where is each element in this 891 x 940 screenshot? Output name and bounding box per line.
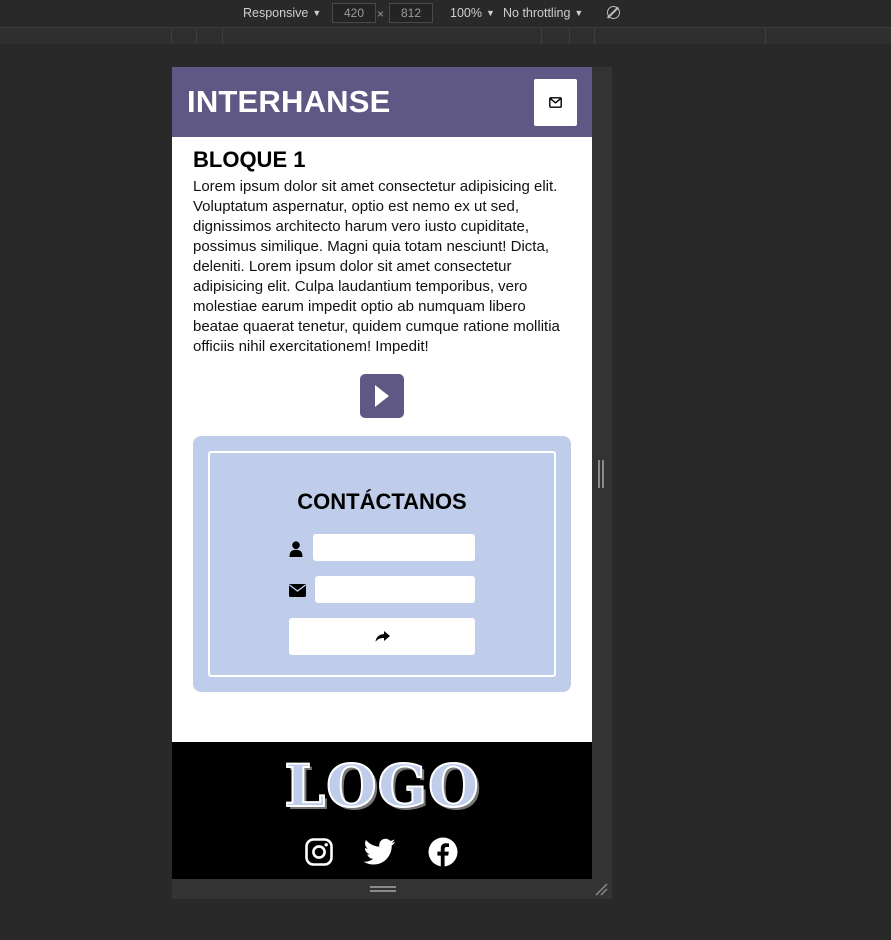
resize-handle-bottom[interactable]: [370, 886, 396, 892]
caret-down-icon: ▼: [485, 8, 495, 18]
devtools-toolbar: Responsive ▼ 420 × 812 100% ▼ No throttlin…: [0, 0, 891, 28]
caret-down-icon: ▼: [312, 8, 322, 18]
device-mode-dropdown[interactable]: Responsive ▼: [243, 6, 321, 20]
throttling-dropdown[interactable]: No throttling ▼: [503, 6, 583, 20]
mail-button[interactable]: [534, 79, 577, 126]
ruler-tick: [765, 28, 766, 44]
twitter-icon[interactable]: [364, 837, 396, 867]
zoom-label: 100%: [450, 6, 482, 20]
brand-title: INTERHANSE: [187, 84, 391, 119]
block-paragraph: Lorem ipsum dolor sit amet consectetur a…: [193, 178, 560, 355]
contact-form: CONTÁCTANOS: [208, 451, 556, 677]
play-icon: [375, 385, 389, 407]
ruler-tick: [171, 28, 172, 44]
dimension-separator: ×: [377, 7, 385, 21]
page-viewport: INTERHANSE BLOQUE 1 Lorem ipsum dolor si…: [172, 67, 592, 879]
width-input[interactable]: 420: [332, 3, 376, 23]
ruler-tick: [222, 28, 223, 44]
media-query-ruler: [0, 28, 891, 44]
throttling-label: No throttling: [503, 6, 571, 20]
contact-title: CONTÁCTANOS: [297, 489, 467, 514]
footer-logo: LOGO: [283, 751, 480, 821]
name-field[interactable]: [313, 534, 475, 561]
ruler-tick: [569, 28, 570, 44]
email-field[interactable]: [315, 576, 475, 603]
device-mode-label: Responsive: [243, 6, 309, 20]
contact-section: CONTÁCTANOS: [193, 436, 571, 692]
caret-down-icon: ▼: [574, 8, 584, 18]
user-icon: [289, 541, 303, 557]
zoom-dropdown[interactable]: 100% ▼: [450, 6, 495, 20]
ruler-tick: [594, 28, 595, 44]
ruler-tick: [541, 28, 542, 44]
play-button[interactable]: [360, 374, 404, 418]
rotate-icon[interactable]: [607, 6, 620, 19]
resize-corner-icon[interactable]: [594, 882, 608, 896]
facebook-icon[interactable]: [428, 837, 458, 867]
send-button[interactable]: [289, 618, 475, 655]
site-header: INTERHANSE: [172, 67, 592, 137]
site-footer: LOGO: [172, 742, 592, 879]
envelope-icon: [289, 584, 306, 597]
instagram-icon[interactable]: [304, 837, 334, 867]
share-arrow-icon: [375, 630, 390, 642]
envelope-icon: [549, 97, 562, 108]
height-input[interactable]: 812: [389, 3, 433, 23]
ruler-tick: [196, 28, 197, 44]
block-title: BLOQUE 1: [193, 147, 306, 172]
resize-handle-right[interactable]: [598, 460, 604, 488]
